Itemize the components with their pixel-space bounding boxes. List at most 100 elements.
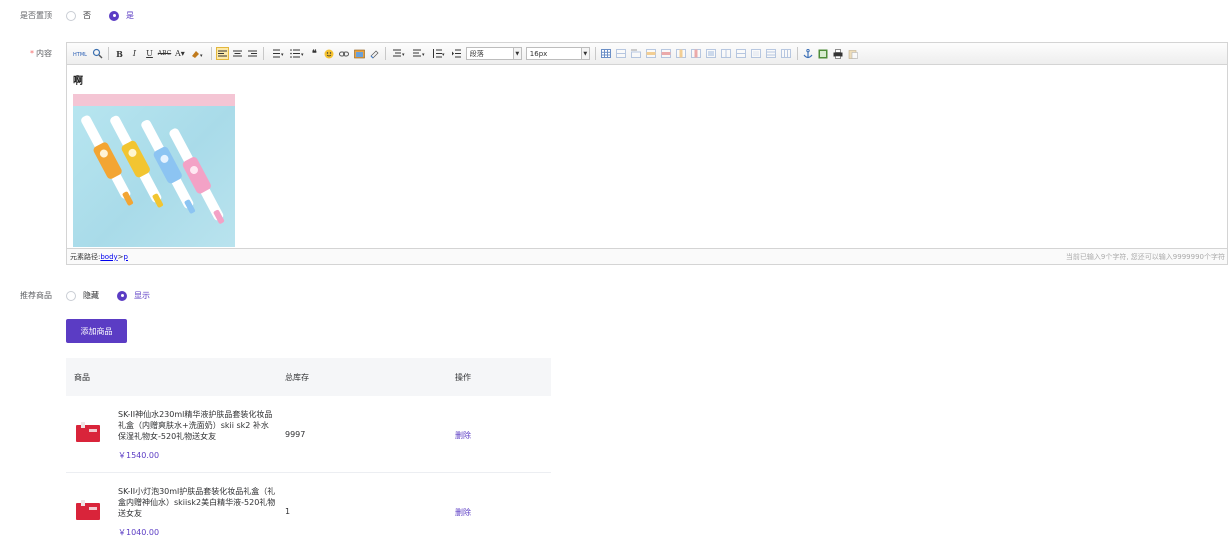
product-table: 商品 总库存 操作 SK-II神仙水230ml精华液护肤品套装化妆品礼盒（内赠爽… <box>66 358 551 544</box>
product-price: ￥1540.00 <box>118 451 160 460</box>
paragraph-format-value: 段落 <box>469 49 484 58</box>
recommend-option-hide[interactable]: 隐藏 <box>66 290 99 301</box>
insert-row-icon[interactable] <box>646 48 657 59</box>
split-columns-icon[interactable] <box>781 48 792 59</box>
editor-toolbar: HTML B I U ABC A▾ ▾ ▾ ▾ ❝ ▾ ▾ ▾ 段落 ▼ 16px… <box>67 43 1227 65</box>
source-code-icon[interactable]: HTML <box>72 48 88 59</box>
recommend-radio-group: 隐藏 显示 <box>66 290 168 301</box>
bold-icon[interactable]: B <box>114 48 125 59</box>
content-label: * 内容 <box>0 48 52 59</box>
product-bottle-cap <box>81 500 85 506</box>
toolbar-separator <box>796 47 798 60</box>
content-label-text: 内容 <box>36 49 52 58</box>
pin-top-radio-group: 否 是 <box>66 10 152 21</box>
align-right-icon[interactable] <box>247 48 258 59</box>
toolbar-separator <box>594 47 596 60</box>
header-stock: 总库存 <box>285 372 309 382</box>
svg-text:▾: ▾ <box>442 52 445 58</box>
anchor-icon[interactable] <box>803 48 814 59</box>
toolbar-separator <box>108 47 109 60</box>
delete-column-icon[interactable] <box>691 48 702 59</box>
editor-statusbar: 元素路径: body > p 当前已输入9个字符, 您还可以输入9999990个… <box>67 248 1227 264</box>
blockquote-icon[interactable]: ❝ <box>309 48 320 59</box>
merge-down-icon[interactable] <box>736 48 747 59</box>
merge-cells-icon[interactable] <box>706 48 717 59</box>
pin-top-option-yes[interactable]: 是 <box>109 10 134 21</box>
element-path-body-link[interactable]: body <box>100 253 117 261</box>
emoticon-icon[interactable] <box>324 48 335 59</box>
product-stock: 9997 <box>285 430 306 439</box>
pin-top-option-no-label: 否 <box>83 11 91 20</box>
editor-content-area[interactable]: 啊 <box>67 66 1227 249</box>
recommend-option-hide-label: 隐藏 <box>83 291 99 300</box>
product-stock: 1 <box>285 507 291 516</box>
template-icon[interactable] <box>818 48 829 59</box>
product-name: SK-II神仙水230ml精华液护肤品套装化妆品礼盒（内赠爽肤水+洗面奶）ski… <box>118 410 273 441</box>
toolbar-separator <box>384 47 386 60</box>
print-icon[interactable] <box>833 48 844 59</box>
radio-off-icon <box>66 10 76 21</box>
strikethrough-icon[interactable]: ABC <box>158 48 171 59</box>
char-count-text: 当前已输入9个字符, 您还可以输入9999990个字符 <box>1065 253 1225 261</box>
product-thumbnail[interactable] <box>73 497 103 527</box>
underline-icon[interactable]: U <box>144 48 155 59</box>
recommend-option-show[interactable]: 显示 <box>117 290 150 301</box>
svg-text:▾: ▾ <box>200 53 203 59</box>
delete-button[interactable]: 删除 <box>455 507 471 518</box>
product-box-image <box>76 425 100 442</box>
image-icon[interactable] <box>353 48 365 59</box>
align-center-icon[interactable] <box>232 48 243 59</box>
italic-icon[interactable]: I <box>129 48 140 59</box>
pens-illustration <box>73 94 235 224</box>
delete-button[interactable]: 删除 <box>455 430 471 441</box>
insert-paragraph-before-table-icon[interactable] <box>631 48 642 59</box>
header-action: 操作 <box>455 372 471 382</box>
paragraph-format-select[interactable]: 段落 ▼ <box>465 47 522 60</box>
row-spacing-top-icon[interactable]: ▾ <box>391 48 407 59</box>
svg-text:▾: ▾ <box>402 52 405 58</box>
row-spacing-bottom-icon[interactable]: ▾ <box>411 48 427 59</box>
product-box-label <box>89 507 97 510</box>
product-bottle-cap <box>81 422 85 428</box>
insert-column-icon[interactable] <box>676 48 687 59</box>
product-photo-pens[interactable] <box>73 94 235 247</box>
font-color-icon[interactable]: A▾ <box>174 48 186 59</box>
toolbar-separator <box>210 47 212 60</box>
add-product-button[interactable]: 添加商品 <box>66 319 127 343</box>
merge-right-icon[interactable] <box>721 48 732 59</box>
split-rows-icon[interactable] <box>766 48 777 59</box>
eraser-icon[interactable] <box>369 48 380 59</box>
product-thumbnail[interactable] <box>73 419 103 449</box>
table-header: 商品 总库存 操作 <box>66 358 551 396</box>
pin-top-label: 是否置顶 <box>20 11 52 20</box>
delete-table-icon[interactable] <box>616 48 627 59</box>
radio-on-icon <box>109 10 119 21</box>
svg-text:▾: ▾ <box>301 52 304 58</box>
align-left-icon[interactable] <box>215 47 229 60</box>
delete-row-icon[interactable] <box>661 48 672 59</box>
element-path-p-link[interactable]: p <box>124 253 128 261</box>
pin-top-option-no[interactable]: 否 <box>66 10 91 21</box>
pin-top-option-yes-label: 是 <box>126 11 134 20</box>
link-icon[interactable] <box>339 48 350 59</box>
product-price: ￥1040.00 <box>118 528 160 537</box>
font-size-select[interactable]: 16px ▼ <box>525 47 590 60</box>
header-product: 商品 <box>74 372 90 382</box>
background-color-icon[interactable]: ▾ <box>190 48 206 59</box>
element-path-label: 元素路径: <box>70 252 101 261</box>
product-box-label <box>89 429 97 432</box>
rich-text-editor: HTML B I U ABC A▾ ▾ ▾ ▾ ❝ ▾ ▾ ▾ 段落 ▼ 16px… <box>66 42 1228 265</box>
unordered-list-icon[interactable]: ▾ <box>289 48 305 59</box>
insert-table-icon[interactable] <box>601 48 612 59</box>
line-height-icon[interactable]: ▾ <box>431 48 447 59</box>
recommend-label: 推荐商品 <box>20 291 52 300</box>
product-name: SK-II小灯泡30ml护肤品套装化妆品礼盒（礼盒内赠神仙水）skiisk2美白… <box>118 487 276 518</box>
recommend-option-show-label: 显示 <box>134 291 150 300</box>
paste-plain-icon[interactable] <box>848 48 859 59</box>
ordered-list-icon[interactable]: ▾ <box>269 48 285 59</box>
split-cells-icon[interactable] <box>751 48 762 59</box>
indent-icon[interactable] <box>451 48 462 59</box>
svg-text:HTML: HTML <box>73 52 87 58</box>
editor-body-text: 啊 <box>73 76 83 87</box>
preview-icon[interactable] <box>92 48 103 59</box>
